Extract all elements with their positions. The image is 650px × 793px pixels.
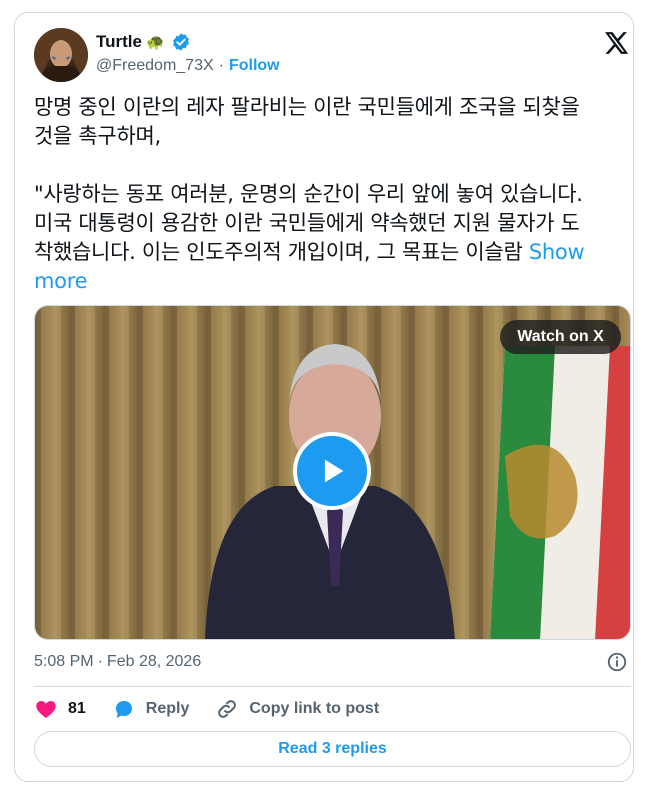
reply-bubble-icon [115, 701, 132, 718]
like-button[interactable]: 81 [34, 697, 86, 721]
tweet-quote-line: 미국 대통령이 용감한 이란 국민들에게 약속했던 지원 물자가 도 [34, 211, 580, 235]
play-icon [324, 459, 344, 483]
read-replies-button[interactable]: Read 3 replies [34, 731, 631, 767]
like-count: 81 [68, 700, 86, 717]
time-separator: · [97, 653, 103, 670]
author-handle[interactable]: @Freedom_73X [96, 57, 214, 75]
tweet-quote-text: 착했습니다. 이는 인도주의적 개입이며, 그 목표는 이슬람 [34, 240, 523, 264]
link-icon [218, 700, 237, 718]
avatar[interactable] [34, 28, 88, 82]
post-time: 5:08 PM [34, 653, 94, 670]
author-handle-row: @Freedom_73X · Follow [96, 57, 280, 75]
author-name-row[interactable]: Turtle 🐢 [96, 32, 191, 52]
reply-button[interactable]: Reply [112, 697, 190, 721]
turtle-emoji-icon: 🐢 [145, 33, 165, 51]
play-button[interactable] [293, 432, 371, 510]
watch-on-x-button[interactable]: Watch on X [500, 320, 621, 354]
x-logo-icon[interactable] [603, 30, 629, 56]
info-icon[interactable] [606, 651, 628, 673]
tweet-text: 망명 중인 이란의 레자 팔라비는 이란 국민들에게 조국을 되찾을 것을 촉구… [34, 93, 624, 296]
handle-separator: · [218, 57, 224, 74]
verified-badge-icon [172, 33, 189, 51]
divider [34, 686, 631, 687]
tweet-quote-line: 착했습니다. 이는 인도주의적 개입이며, 그 목표는 이슬람 Show mor… [34, 238, 624, 296]
follow-link[interactable]: Follow [229, 57, 280, 75]
copy-link-label: Copy link to post [249, 700, 380, 717]
post-date: Feb 28, 2026 [106, 653, 202, 670]
reply-label: Reply [145, 700, 190, 717]
tweet-line: 것을 촉구하며, [34, 124, 161, 148]
heart-icon [36, 701, 56, 718]
timestamp[interactable]: 5:08 PM · Feb 28, 2026 [34, 653, 201, 671]
action-bar: 81 Reply Copy link to post [34, 696, 405, 722]
tweet-line: 망명 중인 이란의 레자 팔라비는 이란 국민들에게 조국을 되찾을 [34, 95, 580, 119]
tweet-quote-line: "사랑하는 동포 여러분, 운명의 순간이 우리 앞에 놓여 있습니다. [34, 182, 583, 206]
author-name[interactable]: Turtle [96, 32, 142, 52]
copy-link-button[interactable]: Copy link to post [215, 697, 379, 721]
